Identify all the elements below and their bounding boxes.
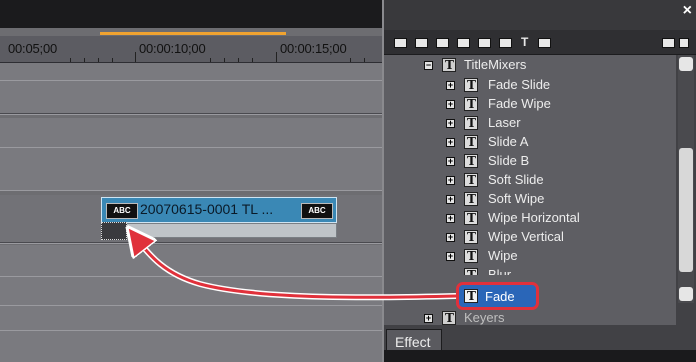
drag-arrow-annotation <box>0 0 457 301</box>
